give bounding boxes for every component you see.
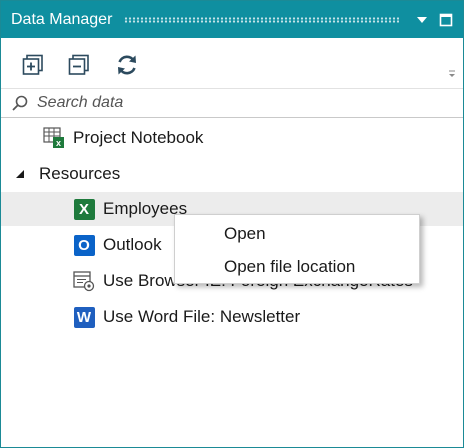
minus-box-icon [68, 54, 89, 75]
search-icon [12, 95, 28, 111]
tree-item-label: Resources [39, 164, 121, 183]
expanded-triangle-icon[interactable] [15, 169, 25, 179]
drag-grip[interactable] [124, 16, 399, 23]
tree-item-resources[interactable]: Resources [1, 157, 463, 191]
tree-item-label: Project Notebook [73, 128, 204, 147]
collapse-all-button[interactable] [65, 51, 93, 79]
word-icon: W [73, 306, 95, 328]
search-input[interactable] [37, 94, 437, 112]
outlook-icon: O [73, 234, 95, 256]
plus-box-icon [22, 54, 43, 75]
maximize-button[interactable] [437, 11, 455, 29]
panel-menu-dropdown-button[interactable] [413, 11, 431, 29]
refresh-icon [118, 55, 136, 75]
tree-item-newsletter[interactable]: W Use Word File: Newsletter [1, 300, 463, 334]
window-square-icon [439, 13, 453, 26]
tree-item-label: Outlook [103, 235, 162, 254]
expand-all-button[interactable] [19, 51, 47, 79]
triangle-down-icon [417, 16, 427, 23]
excel-icon: X [73, 198, 95, 220]
toolbar [1, 45, 463, 87]
title-bar[interactable]: Data Manager [1, 1, 463, 38]
search-bar [1, 88, 463, 118]
context-menu-open-file-location[interactable]: Open file location [175, 251, 419, 283]
browser-gear-icon [73, 270, 95, 292]
tree-item-project-notebook[interactable]: x Project Notebook [1, 121, 463, 155]
panel-title: Data Manager [11, 10, 113, 28]
refresh-button[interactable] [113, 51, 141, 79]
context-menu: Open Open file location [174, 214, 420, 284]
notebook-table-icon: x [43, 127, 65, 149]
toolbar-overflow-icon[interactable] [447, 69, 457, 79]
context-menu-open[interactable]: Open [175, 218, 419, 250]
svg-text:x: x [56, 138, 61, 148]
data-manager-panel: Data Manager Search data x Project Noteb… [0, 0, 464, 448]
tree-item-label: Use Word File: Newsletter [103, 307, 301, 326]
